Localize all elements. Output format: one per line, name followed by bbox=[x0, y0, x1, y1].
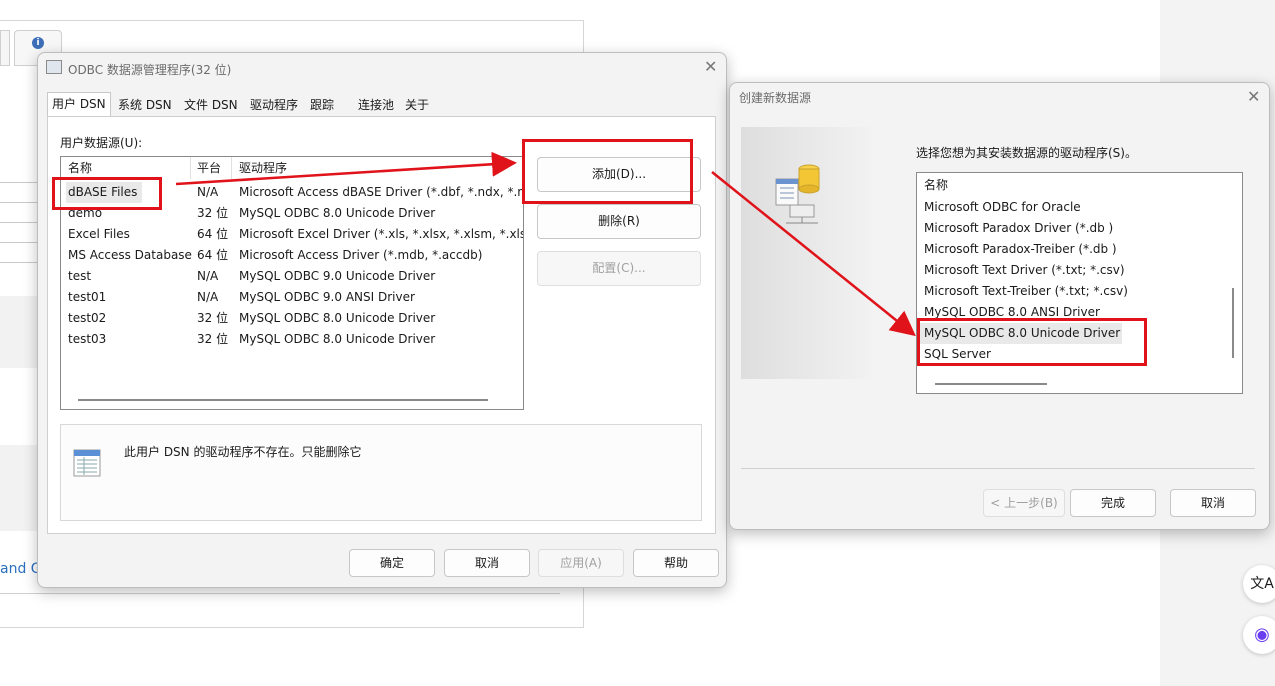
annotation-arrows bbox=[175, 151, 916, 337]
